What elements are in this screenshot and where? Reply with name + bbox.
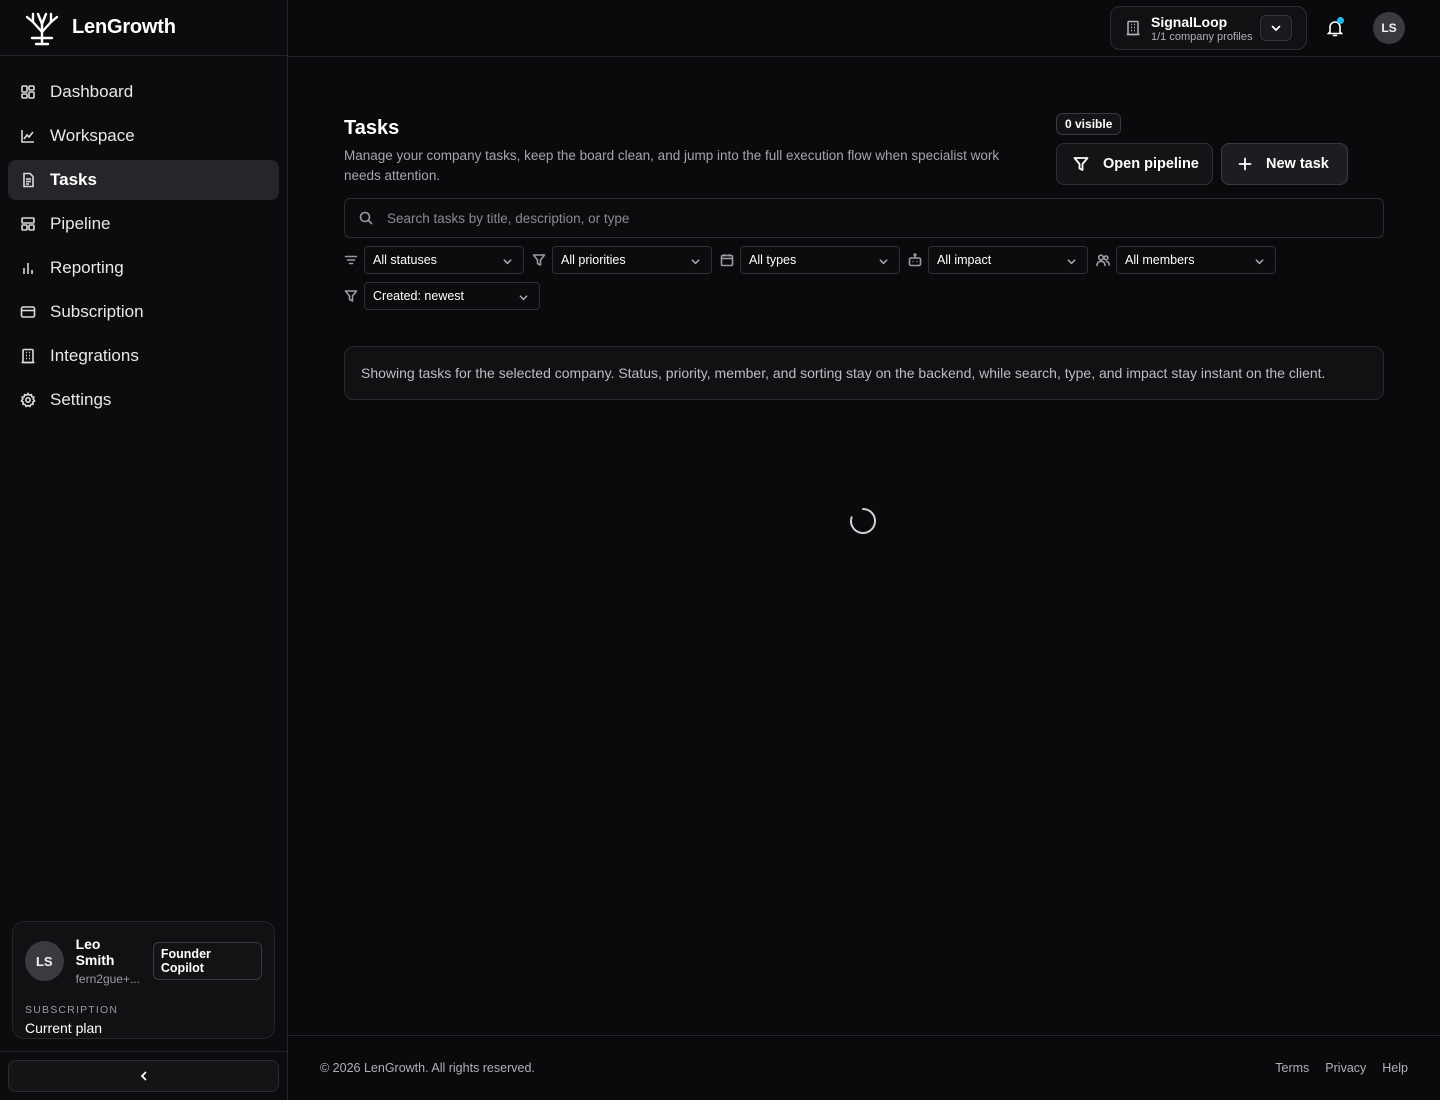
sidebar-item-label: Tasks [50,170,97,189]
collapse-sidebar-button[interactable] [8,1060,279,1092]
brand-name: LenGrowth [72,16,176,38]
bar-chart-icon [23,263,33,274]
privacy-link[interactable]: Privacy [1325,1061,1366,1075]
sidebar-item-subscription[interactable]: Subscription [8,292,279,332]
notification-dot [1337,17,1344,24]
sidebar-item-label: Workspace [50,126,135,145]
pipeline-icon [21,217,35,231]
chevron-down-icon [1255,259,1264,265]
plan-badge: Founder Copilot [152,942,263,980]
user-email: fern2gue+... [75,972,140,986]
terms-link[interactable]: Terms [1275,1061,1309,1075]
sidebar-item-label: Dashboard [50,82,134,101]
visible-count-badge: 0 visible [1056,113,1122,135]
card-icon [20,306,36,318]
user-name: Leo Smith [75,936,115,968]
new-task-label: New task [1266,156,1329,172]
sidebar-item-label: Pipeline [50,214,111,233]
priority-select-value: All priorities [561,253,626,267]
open-pipeline-label: Open pipeline [1103,156,1199,172]
sidebar-item-settings[interactable]: Settings [8,380,279,420]
chevron-down-icon [1271,25,1281,32]
user-avatar-button[interactable]: LS [1373,12,1405,44]
dashboard-icon [21,85,35,99]
filter-icon [1073,157,1089,171]
topbar: SignalLoop 1/1 company profiles LS [288,0,1440,57]
company-name: SignalLoop [1151,13,1228,30]
priority-filter-icon [532,253,546,267]
info-banner: Showing tasks for the selected company. … [344,346,1384,400]
impact-select-value: All impact [937,253,992,267]
building-icon [21,348,35,364]
sort-select-value: Created: newest [373,289,465,303]
document-icon [23,172,34,188]
chevron-down-icon [1067,259,1076,265]
users-icon [1096,253,1110,267]
calendar-icon [720,253,734,267]
sidebar-nav: Dashboard Workspace Tasks Pipeline Repor… [0,56,287,420]
subscription-label: Subscription [25,1004,119,1016]
subscription-value: Current plan [25,1020,103,1036]
sidebar-item-label: Integrations [50,346,139,365]
sidebar-item-reporting[interactable]: Reporting [8,248,279,288]
sidebar-item-label: Settings [50,390,112,409]
chevron-down-icon [691,259,700,265]
sidebar-item-label: Subscription [50,302,144,321]
search-icon [359,211,373,225]
footer: © 2026 LenGrowth. All rights reserved. T… [288,1035,1440,1100]
members-select-value: All members [1125,253,1195,267]
status-select-value: All statuses [373,253,437,267]
new-task-button[interactable]: New task [1221,143,1348,185]
loading-spinner-icon [850,508,876,534]
sort-filter-icon [344,289,358,303]
chevron-down-icon [503,259,512,265]
info-text: Showing tasks for the selected company. … [361,365,1326,381]
avatar: LS [25,941,64,981]
chevron-down-icon [519,295,528,301]
chevron-down-icon [879,259,888,265]
company-dropdown-button[interactable] [1260,15,1292,41]
footer-links: Terms Privacy Help [1275,1061,1408,1075]
type-select-value: All types [749,253,797,267]
company-switcher[interactable]: SignalLoop 1/1 company profiles [1110,6,1307,50]
search-input[interactable] [387,210,1383,226]
sidebar-item-dashboard[interactable]: Dashboard [8,72,279,112]
sidebar-item-workspace[interactable]: Workspace [8,116,279,156]
logo-icon [24,10,60,46]
page-title: Tasks [344,117,400,139]
notifications-button[interactable] [1327,17,1344,37]
open-pipeline-button[interactable]: Open pipeline [1056,143,1213,185]
type-select[interactable]: All types [740,246,900,274]
priority-select[interactable]: All priorities [552,246,712,274]
user-card[interactable]: LS Leo Smith fern2gue+... Founder Copilo… [12,921,275,1039]
gear-icon [20,392,36,408]
sidebar-divider [0,1051,288,1052]
search-bar [344,198,1384,238]
page-description: Manage your company tasks, keep the boar… [344,148,1000,183]
help-link[interactable]: Help [1382,1061,1408,1075]
sort-select[interactable]: Created: newest [364,282,540,310]
sidebar-item-integrations[interactable]: Integrations [8,336,279,376]
sidebar-item-tasks[interactable]: Tasks [8,160,279,200]
chevron-left-icon [140,1071,146,1081]
impact-select[interactable]: All impact [928,246,1088,274]
brand[interactable]: LenGrowth [0,0,287,56]
members-select[interactable]: All members [1116,246,1276,274]
main-content: Tasks Manage your company tasks, keep th… [288,57,1440,1035]
status-filter-icon [344,253,358,267]
sidebar-item-pipeline[interactable]: Pipeline [8,204,279,244]
building-icon [1126,20,1140,36]
status-select[interactable]: All statuses [364,246,524,274]
sidebar: LenGrowth Dashboard Workspace Tasks Pipe… [0,0,288,1100]
plus-icon [1238,157,1252,171]
chart-line-icon [21,130,34,143]
company-profiles-count: 1/1 company profiles [1151,30,1253,43]
copyright: © 2026 LenGrowth. All rights reserved. [320,1061,535,1075]
robot-icon [908,253,922,267]
sidebar-item-label: Reporting [50,258,124,277]
